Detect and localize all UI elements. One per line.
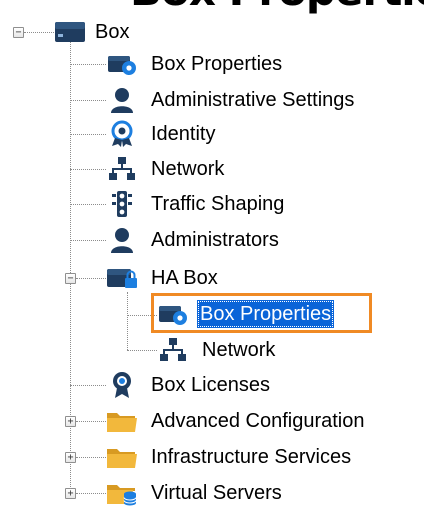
tree-line: [70, 385, 106, 386]
server-box-icon: [54, 18, 86, 46]
tree-node-traffic-shaping[interactable]: Traffic Shaping: [106, 188, 287, 220]
tree-line: [70, 64, 106, 65]
tree-line: [70, 204, 106, 205]
box-settings-icon: [157, 300, 189, 328]
tree-node-ha-box[interactable]: HA Box: [106, 262, 221, 294]
tree-line: [76, 421, 106, 422]
tree-node-label: Network: [151, 158, 225, 180]
tree-node-label: Box Properties: [151, 53, 283, 75]
tree-node-advanced-configuration[interactable]: Advanced Configuration: [106, 405, 367, 437]
expand-toggle-virtual-servers[interactable]: +: [65, 488, 76, 499]
tree-node-label: HA Box: [151, 267, 218, 289]
tree-node-ha-box-properties[interactable]: Box Properties: [157, 298, 335, 330]
identity-badge-icon: [106, 120, 138, 148]
tree-node-network[interactable]: Network: [106, 153, 227, 185]
folder-icon: [106, 407, 138, 435]
tree-node-label: Administrative Settings: [151, 89, 355, 111]
collapse-toggle-ha-box[interactable]: −: [65, 273, 76, 284]
network-icon: [157, 336, 189, 364]
tree-line: [76, 278, 106, 279]
tree-line: [76, 457, 106, 458]
tree-line: [70, 240, 106, 241]
config-tree: Box Properties − − + + + Box: [0, 0, 424, 507]
folder-database-icon: [106, 479, 138, 507]
collapse-toggle-box[interactable]: −: [13, 27, 24, 38]
tree-node-label: Identity: [151, 123, 216, 145]
tree-node-label: Box Properties: [197, 300, 335, 328]
tree-node-administrative-settings[interactable]: Administrative Settings: [106, 84, 357, 116]
admin-user-icon: [106, 86, 138, 114]
tree-line: [70, 134, 106, 135]
tree-node-label: Administrators: [151, 229, 279, 251]
tree-node-label: Advanced Configuration: [151, 410, 365, 432]
tree-node-box-licenses[interactable]: Box Licenses: [106, 369, 273, 401]
admin-user-icon: [106, 226, 138, 254]
expand-toggle-advanced-configuration[interactable]: +: [65, 416, 76, 427]
tree-node-virtual-servers[interactable]: Virtual Servers: [106, 477, 285, 509]
tree-node-label: Traffic Shaping: [151, 193, 285, 215]
tree-node-box[interactable]: Box: [54, 16, 132, 48]
tree-node-label: Network: [202, 339, 276, 361]
tree-node-administrators[interactable]: Administrators: [106, 224, 282, 256]
tree-line: [70, 169, 106, 170]
network-icon: [106, 155, 138, 183]
cropped-header-text: Box Properties: [130, 0, 424, 12]
box-settings-icon: [106, 50, 138, 78]
tree-node-label: Infrastructure Services: [151, 446, 352, 468]
tree-node-identity[interactable]: Identity: [106, 118, 218, 150]
tree-line: [76, 493, 106, 494]
tree-node-infrastructure-services[interactable]: Infrastructure Services: [106, 441, 354, 473]
expand-toggle-infrastructure-services[interactable]: +: [65, 452, 76, 463]
tree-line: [127, 292, 128, 350]
tree-node-ha-network[interactable]: Network: [157, 334, 278, 366]
folder-icon: [106, 443, 138, 471]
tree-node-box-properties[interactable]: Box Properties: [106, 48, 285, 80]
license-medal-icon: [106, 371, 138, 399]
tree-node-label: Box: [95, 21, 130, 43]
tree-node-label: Virtual Servers: [151, 482, 282, 504]
tree-line: [127, 350, 157, 351]
tree-line: [24, 32, 54, 33]
traffic-light-icon: [106, 190, 138, 218]
tree-line: [70, 100, 106, 101]
locked-box-icon: [106, 264, 138, 292]
tree-node-label: Box Licenses: [151, 374, 270, 396]
